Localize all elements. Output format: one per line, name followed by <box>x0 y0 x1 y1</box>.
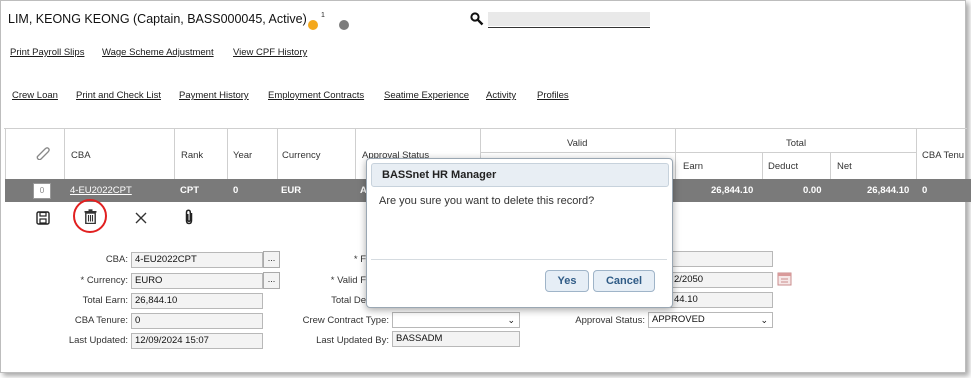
link-employment-contracts[interactable]: Employment Contracts <box>268 90 364 101</box>
row-select-checkbox[interactable]: 0 <box>33 183 51 199</box>
cancel-button[interactable]: Cancel <box>593 270 655 292</box>
dialog-divider <box>371 259 667 260</box>
search-underline <box>488 27 650 28</box>
total-earn-label: Total Earn: <box>82 295 128 306</box>
row-net: 26,844.10 <box>867 185 910 196</box>
crew-title: LIM, KEONG KEONG (Captain, BASS000045, A… <box>8 12 307 26</box>
row-rank: CPT <box>180 185 199 196</box>
last-updated-by-field: BASSADM <box>392 331 520 347</box>
col-net: Net <box>837 161 852 172</box>
total-deduct-label: Total De <box>331 295 366 306</box>
calendar-icon[interactable] <box>777 271 792 289</box>
col-rank: Rank <box>181 150 204 161</box>
last-updated-field: 12/09/2024 15:07 <box>131 333 263 349</box>
save-icon[interactable] <box>36 211 50 228</box>
search-input[interactable] <box>488 12 650 26</box>
attachment-column-icon <box>34 146 50 163</box>
last-updated-by-label: Last Updated By: <box>316 335 389 346</box>
cba-tenure-label: CBA Tenure: <box>74 315 128 326</box>
row-deduct: 0.00 <box>803 185 822 196</box>
col-currency: Currency <box>282 150 321 161</box>
row-year: 0 <box>233 185 239 196</box>
chevron-down-icon: ⌄ <box>760 315 768 325</box>
link-crew-loan[interactable]: Crew Loan <box>12 90 58 101</box>
link-view-cpf-history[interactable]: View CPF History <box>233 47 307 58</box>
notification-dot[interactable] <box>308 20 318 30</box>
cba-tenure-field: 0 <box>131 313 263 329</box>
crew-contract-type-label: Crew Contract Type: <box>302 315 389 326</box>
col-year: Year <box>233 150 253 161</box>
dialog-header: BASSnet HR Manager <box>371 163 669 187</box>
approval-status-select[interactable]: APPROVED ⌄ <box>648 312 773 328</box>
currency-field[interactable]: EURO <box>131 273 263 289</box>
col-cba-tenure: CBA Tenu <box>922 150 965 161</box>
total-deduct-field: 44.10 <box>670 292 773 308</box>
notification-count: 1 <box>321 12 325 19</box>
col-total: Total <box>786 138 807 149</box>
dialog-title: BASSnet HR Manager <box>382 169 497 181</box>
approval-status-label: Approval Status: <box>575 315 645 326</box>
link-activity[interactable]: Activity <box>486 90 516 101</box>
cba-field[interactable]: 4-EU2022CPT <box>131 252 263 268</box>
status-dot <box>339 20 349 30</box>
search-icon[interactable] <box>470 12 484 29</box>
valid-to-field[interactable]: 2/2050 <box>670 272 773 288</box>
dialog-message: Are you sure you want to delete this rec… <box>379 195 595 207</box>
valid-from-label: * Valid F <box>330 275 366 286</box>
total-earn-field: 26,844.10 <box>131 293 263 309</box>
last-updated-label: Last Updated: <box>68 335 128 346</box>
trash-icon[interactable] <box>84 209 97 227</box>
col-valid: Valid <box>567 138 588 149</box>
field-f-label: * F <box>353 254 366 265</box>
col-deduct: Deduct <box>768 161 799 172</box>
row-currency: EUR <box>281 185 302 196</box>
crew-contract-type-select[interactable]: ⌄ <box>392 312 520 328</box>
field-col3-r1[interactable] <box>670 251 773 267</box>
row-cba-tenure: 0 <box>922 185 928 196</box>
row-earn: 26,844.10 <box>711 185 754 196</box>
row-cba-link[interactable]: 4-EU2022CPT <box>70 185 132 196</box>
link-payment-history[interactable]: Payment History <box>179 90 249 101</box>
currency-label: * Currency: <box>80 275 128 286</box>
attach-icon[interactable] <box>184 209 194 228</box>
cba-label: CBA: <box>105 254 128 265</box>
currency-lookup-button[interactable]: ... <box>263 272 280 289</box>
link-print-and-check-list[interactable]: Print and Check List <box>76 90 161 101</box>
link-seatime-experience[interactable]: Seatime Experience <box>384 90 469 101</box>
col-cba: CBA <box>71 150 91 161</box>
yes-button[interactable]: Yes <box>545 270 589 292</box>
confirm-delete-dialog: BASSnet HR Manager Are you sure you want… <box>366 158 673 308</box>
link-profiles[interactable]: Profiles <box>537 90 569 101</box>
link-wage-scheme-adjustment[interactable]: Wage Scheme Adjustment <box>102 47 214 58</box>
close-icon[interactable] <box>135 212 147 227</box>
col-earn: Earn <box>683 161 704 172</box>
chevron-down-icon: ⌄ <box>507 315 515 325</box>
link-print-payroll-slips[interactable]: Print Payroll Slips <box>10 47 84 58</box>
cba-lookup-button[interactable]: ... <box>263 251 280 268</box>
